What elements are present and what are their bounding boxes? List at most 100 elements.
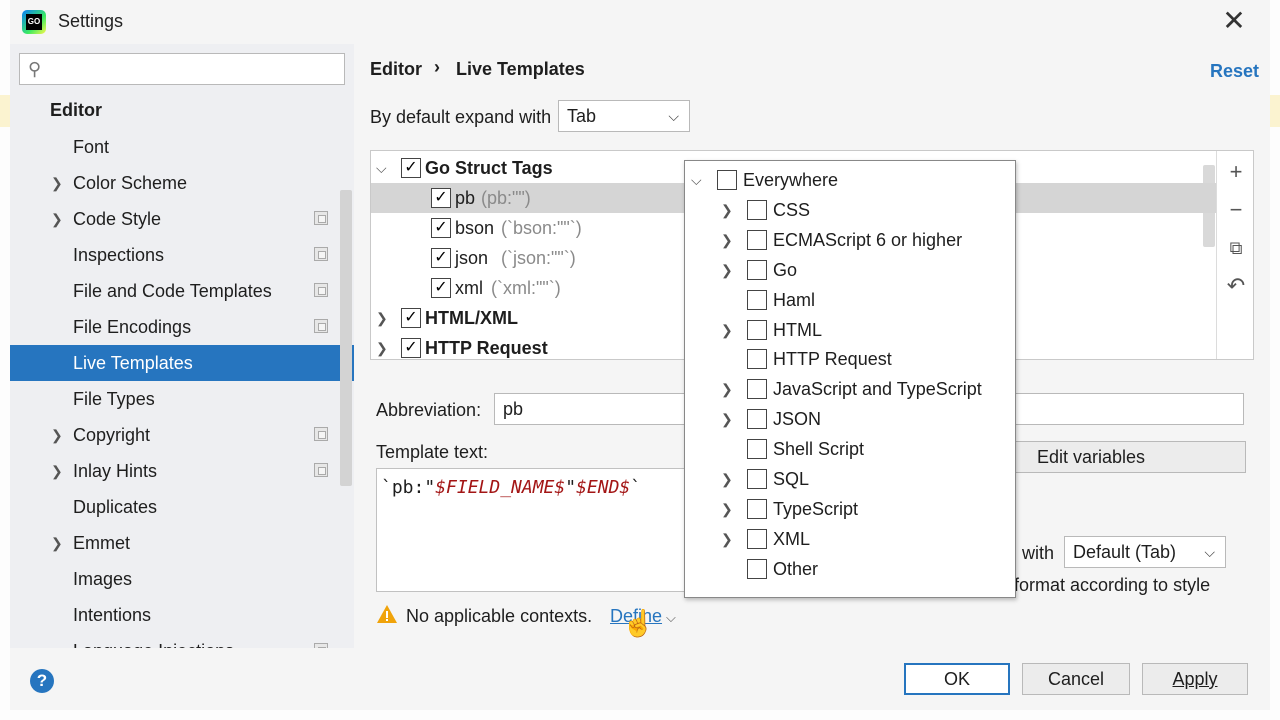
chevron-right-icon[interactable]: ❯ bbox=[376, 333, 388, 363]
chevron-right-icon[interactable]: ❯ bbox=[721, 255, 733, 285]
context-json[interactable]: ❯ JSON bbox=[685, 404, 1015, 434]
context-checkbox[interactable] bbox=[747, 289, 767, 310]
template-checkbox[interactable]: ✓ bbox=[401, 158, 421, 178]
background-strip bbox=[1270, 95, 1280, 127]
cancel-button[interactable]: Cancel bbox=[1022, 663, 1130, 695]
sidebar-item-copyright[interactable]: ❯ Copyright bbox=[10, 417, 354, 453]
chevron-right-icon[interactable]: ❯ bbox=[721, 404, 733, 434]
sidebar-item-file-and-code-templates[interactable]: File and Code Templates bbox=[10, 273, 354, 309]
chevron-down-icon[interactable]: ⌵ bbox=[691, 165, 702, 195]
apply-button[interactable]: Apply bbox=[1142, 663, 1248, 695]
sidebar-item-images[interactable]: Images bbox=[10, 561, 354, 597]
context-checkbox[interactable] bbox=[747, 379, 767, 400]
context-checkbox[interactable] bbox=[747, 498, 767, 519]
context-go[interactable]: ❯ Go bbox=[685, 255, 1015, 285]
expand-with-label: By default expand with bbox=[370, 107, 552, 127]
context-xml[interactable]: ❯ XML bbox=[685, 524, 1015, 554]
sidebar-item-code-style[interactable]: ❯ Code Style bbox=[10, 201, 354, 237]
chevron-right-icon[interactable]: ❯ bbox=[51, 525, 63, 561]
context-ecmascript-6-or-higher[interactable]: ❯ ECMAScript 6 or higher bbox=[685, 225, 1015, 255]
chevron-down-icon[interactable]: ⌵ bbox=[376, 153, 387, 183]
context-checkbox[interactable] bbox=[747, 439, 767, 460]
sidebar-item-intentions[interactable]: Intentions bbox=[10, 597, 354, 633]
context-shell-script[interactable]: Shell Script bbox=[685, 434, 1015, 464]
template-checkbox[interactable]: ✓ bbox=[401, 338, 421, 358]
context-label: JSON bbox=[773, 409, 822, 430]
context-haml[interactable]: Haml bbox=[685, 285, 1015, 315]
context-checkbox[interactable] bbox=[747, 229, 767, 250]
context-checkbox[interactable] bbox=[747, 259, 767, 280]
context-css[interactable]: ❯ CSS bbox=[685, 195, 1015, 225]
context-typescript[interactable]: ❯ TypeScript bbox=[685, 494, 1015, 524]
chevron-down-icon: ⌵ bbox=[666, 610, 676, 625]
sidebar-item-language-injections[interactable]: Language Injections bbox=[10, 633, 354, 648]
sidebar-section-editor[interactable]: Editor bbox=[50, 98, 102, 122]
chevron-right-icon[interactable]: ❯ bbox=[721, 524, 733, 554]
project-scope-icon bbox=[314, 247, 328, 261]
context-checkbox[interactable] bbox=[747, 199, 767, 220]
context-checkbox[interactable] bbox=[747, 349, 767, 370]
template-expand-select[interactable]: Default (Tab) ⌵ bbox=[1064, 536, 1226, 568]
expand-with-select[interactable]: Tab ⌵ bbox=[558, 100, 690, 132]
project-scope-icon bbox=[314, 211, 328, 225]
chevron-right-icon[interactable]: ❯ bbox=[51, 165, 63, 201]
chevron-right-icon[interactable]: ❯ bbox=[721, 225, 733, 255]
sidebar-item-color-scheme[interactable]: ❯ Color Scheme bbox=[10, 165, 354, 201]
context-other[interactable]: Other bbox=[685, 554, 1015, 584]
template-checkbox[interactable]: ✓ bbox=[431, 278, 451, 298]
sidebar-item-font[interactable]: Font bbox=[10, 129, 354, 165]
close-icon[interactable]: ✕ bbox=[1220, 6, 1248, 36]
chevron-right-icon[interactable]: ❯ bbox=[51, 201, 63, 237]
sidebar-item-inspections[interactable]: Inspections bbox=[10, 237, 354, 273]
chevron-right-icon[interactable]: ❯ bbox=[721, 374, 733, 404]
context-label: CSS bbox=[773, 199, 811, 220]
context-javascript-and-typescript[interactable]: ❯ JavaScript and TypeScript bbox=[685, 374, 1015, 404]
sidebar-item-emmet[interactable]: ❯ Emmet bbox=[10, 525, 354, 561]
context-checkbox[interactable] bbox=[747, 319, 767, 340]
sidebar-item-file-types[interactable]: File Types bbox=[10, 381, 354, 417]
help-icon[interactable]: ? bbox=[30, 669, 54, 693]
sidebar-item-duplicates[interactable]: Duplicates bbox=[10, 489, 354, 525]
search-input[interactable]: ⚲ bbox=[19, 53, 345, 85]
chevron-right-icon[interactable]: ❯ bbox=[721, 195, 733, 225]
chevron-right-icon[interactable]: ❯ bbox=[721, 315, 733, 345]
ok-button[interactable]: OK bbox=[904, 663, 1010, 695]
chevron-right-icon[interactable]: ❯ bbox=[721, 494, 733, 524]
context-html[interactable]: ❯ HTML bbox=[685, 315, 1015, 345]
context-checkbox[interactable] bbox=[747, 528, 767, 549]
edit-variables-button[interactable]: Edit variables bbox=[1014, 441, 1246, 473]
context-sql[interactable]: ❯ SQL bbox=[685, 464, 1015, 494]
sidebar-item-live-templates[interactable]: Live Templates bbox=[10, 345, 354, 381]
breadcrumb-editor[interactable]: Editor bbox=[370, 59, 422, 80]
sidebar-item-label: Language Injections bbox=[73, 633, 234, 648]
context-checkbox[interactable] bbox=[747, 558, 767, 579]
template-text-editor[interactable]: `pb:"$FIELD_NAME$"$END$` bbox=[376, 468, 686, 592]
template-checkbox[interactable]: ✓ bbox=[401, 308, 421, 328]
context-checkbox[interactable] bbox=[747, 469, 767, 489]
reset-link[interactable]: Reset bbox=[1210, 61, 1259, 82]
sidebar-scrollbar[interactable] bbox=[340, 190, 352, 486]
sidebar-item-label: Images bbox=[73, 569, 133, 589]
search-icon: ⚲ bbox=[28, 59, 42, 79]
copy-icon[interactable]: ⧉ bbox=[1225, 237, 1247, 259]
chevron-right-icon[interactable]: ❯ bbox=[721, 464, 733, 494]
context-checkbox[interactable] bbox=[717, 170, 737, 190]
sidebar-item-label: Emmet bbox=[73, 533, 131, 553]
template-name: Go Struct Tags bbox=[425, 158, 553, 178]
template-checkbox[interactable]: ✓ bbox=[431, 218, 451, 238]
remove-icon[interactable]: − bbox=[1225, 199, 1247, 221]
revert-icon[interactable]: ↶ bbox=[1225, 275, 1247, 297]
chevron-right-icon[interactable]: ❯ bbox=[51, 453, 63, 489]
sidebar-item-file-encodings[interactable]: File Encodings bbox=[10, 309, 354, 345]
chevron-right-icon[interactable]: ❯ bbox=[376, 303, 388, 333]
template-checkbox[interactable]: ✓ bbox=[431, 188, 451, 208]
context-everywhere[interactable]: ⌵ Everywhere bbox=[685, 165, 1015, 195]
chevron-right-icon[interactable]: ❯ bbox=[51, 417, 63, 453]
add-icon[interactable]: + bbox=[1225, 161, 1247, 183]
sidebar-item-label: File Types bbox=[73, 389, 155, 409]
context-checkbox[interactable] bbox=[747, 409, 767, 430]
template-checkbox[interactable]: ✓ bbox=[431, 248, 451, 268]
sidebar-item-inlay-hints[interactable]: ❯ Inlay Hints bbox=[10, 453, 354, 489]
reformat-option-label[interactable]: format according to style bbox=[1014, 575, 1210, 596]
context-http-request[interactable]: HTTP Request bbox=[685, 344, 1015, 374]
